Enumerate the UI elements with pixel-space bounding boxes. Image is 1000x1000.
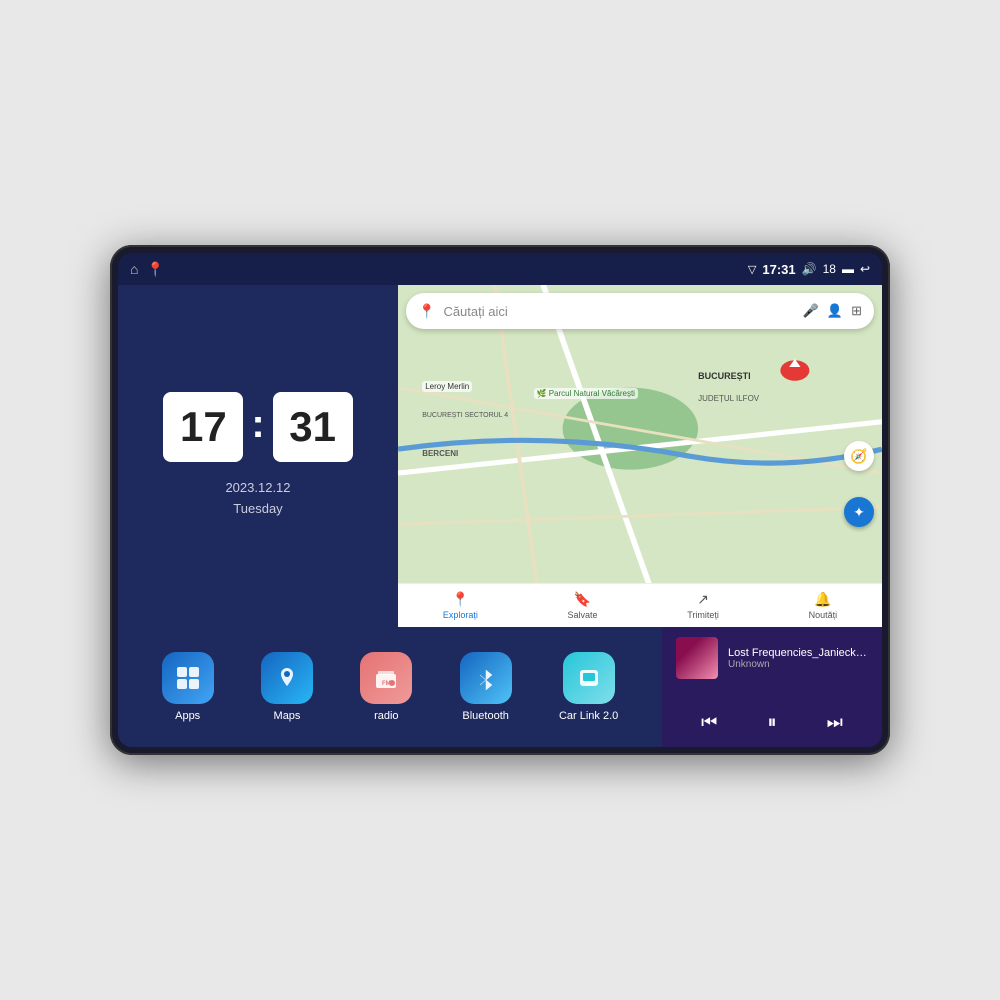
map-label-ilfov: JUDEȚUL ILFOV bbox=[698, 394, 759, 403]
map-tab-send[interactable]: ↗ Trimiteți bbox=[687, 591, 719, 620]
clock-colon: : bbox=[251, 402, 264, 447]
map-svg: ▲ bbox=[398, 285, 882, 627]
carlink-label: Car Link 2.0 bbox=[559, 710, 618, 722]
car-head-unit: ⌂ 📍 ▽ 17:31 🔊 18 ▬ ↩ 17 : bbox=[110, 245, 890, 755]
map-tab-saved[interactable]: 🔖 Salvate bbox=[568, 591, 598, 620]
map-label-leroy: Leroy Merlin bbox=[422, 381, 472, 392]
maps-label: Maps bbox=[274, 710, 301, 722]
app-launcher: Apps Maps bbox=[118, 627, 662, 747]
home-nav-icon[interactable]: ⌂ bbox=[130, 261, 138, 277]
bottom-section: Apps Maps bbox=[118, 627, 882, 747]
send-label: Trimiteți bbox=[687, 610, 719, 620]
radio-label: radio bbox=[374, 710, 398, 722]
volume-level: 18 bbox=[823, 262, 836, 276]
radio-icon: FM bbox=[360, 652, 412, 704]
map-panel: ▲ 📍 Căutați aici 🎤 👤 ⊞ BUCUREȘTI bbox=[398, 285, 882, 627]
music-prev-button[interactable]: ⏮ bbox=[701, 712, 717, 733]
bluetooth-icon bbox=[460, 652, 512, 704]
device-screen: ⌂ 📍 ▽ 17:31 🔊 18 ▬ ↩ 17 : bbox=[118, 253, 882, 747]
app-item-apps[interactable]: Apps bbox=[162, 652, 214, 722]
map-search-input[interactable]: Căutați aici bbox=[443, 304, 794, 319]
maps-icon bbox=[261, 652, 313, 704]
maps-nav-icon[interactable]: 📍 bbox=[146, 261, 163, 278]
apps-icon bbox=[162, 652, 214, 704]
status-left: ⌂ 📍 bbox=[130, 261, 164, 278]
app-item-bluetooth[interactable]: Bluetooth bbox=[460, 652, 512, 722]
status-time: 17:31 bbox=[762, 262, 795, 277]
map-tab-explore[interactable]: 📍 Explorați bbox=[443, 591, 478, 620]
status-right: ▽ 17:31 🔊 18 ▬ ↩ bbox=[748, 262, 870, 277]
map-tab-news[interactable]: 🔔 Noutăți bbox=[809, 591, 838, 620]
clock-display: 17 : 31 bbox=[163, 392, 352, 462]
bluetooth-label: Bluetooth bbox=[462, 710, 508, 722]
map-search-actions: 🎤 👤 ⊞ bbox=[803, 303, 862, 319]
map-label-parc: 🌿 Parcul Natural Văcărești bbox=[534, 388, 638, 399]
carlink-icon bbox=[563, 652, 615, 704]
app-item-carlink[interactable]: Car Link 2.0 bbox=[559, 652, 618, 722]
map-label-berceni: BERCENI bbox=[422, 449, 458, 458]
compass-button[interactable]: 🧭 bbox=[844, 441, 874, 471]
main-content: 17 : 31 2023.12.12 Tuesday bbox=[118, 285, 882, 747]
music-artist: Unknown bbox=[728, 659, 868, 670]
music-info: Lost Frequencies_Janieck Devy-... Unknow… bbox=[676, 637, 868, 679]
map-bottom-bar: 📍 Explorați 🔖 Salvate ↗ Trimiteți 🔔 bbox=[398, 583, 882, 627]
svg-text:▲: ▲ bbox=[785, 355, 804, 371]
saved-icon: 🔖 bbox=[574, 591, 591, 608]
music-next-button[interactable]: ⏭ bbox=[827, 712, 843, 733]
clock-date: 2023.12.12 Tuesday bbox=[225, 478, 290, 520]
clock-panel: 17 : 31 2023.12.12 Tuesday bbox=[118, 285, 398, 627]
news-label: Noutăți bbox=[809, 610, 838, 620]
app-item-radio[interactable]: FM radio bbox=[360, 652, 412, 722]
music-thumbnail bbox=[676, 637, 718, 679]
explore-icon: 📍 bbox=[452, 591, 469, 608]
music-play-button[interactable]: ⏸ bbox=[767, 712, 776, 733]
map-search-bar[interactable]: 📍 Căutați aici 🎤 👤 ⊞ bbox=[406, 293, 874, 329]
music-controls: ⏮ ⏸ ⏭ bbox=[676, 708, 868, 737]
apps-label: Apps bbox=[175, 710, 200, 722]
compass-icon: 🧭 bbox=[850, 448, 867, 465]
grid-icon[interactable]: ⊞ bbox=[851, 303, 862, 319]
navigate-icon: ✦ bbox=[853, 504, 865, 521]
back-icon[interactable]: ↩ bbox=[860, 262, 870, 276]
app-item-maps[interactable]: Maps bbox=[261, 652, 313, 722]
map-pin-icon: 📍 bbox=[418, 303, 435, 320]
clock-minutes: 31 bbox=[273, 392, 353, 462]
clock-hours: 17 bbox=[163, 392, 243, 462]
account-icon[interactable]: 👤 bbox=[827, 303, 843, 319]
top-section: 17 : 31 2023.12.12 Tuesday bbox=[118, 285, 882, 627]
map-label-sector4: BUCUREȘTI SECTORUL 4 bbox=[422, 412, 508, 419]
music-player: Lost Frequencies_Janieck Devy-... Unknow… bbox=[662, 627, 882, 747]
explore-label: Explorați bbox=[443, 610, 478, 620]
news-icon: 🔔 bbox=[814, 591, 831, 608]
mic-icon[interactable]: 🎤 bbox=[803, 303, 819, 319]
music-title: Lost Frequencies_Janieck Devy-... bbox=[728, 647, 868, 659]
saved-label: Salvate bbox=[568, 610, 598, 620]
navigate-button[interactable]: ✦ bbox=[844, 497, 874, 527]
send-icon: ↗ bbox=[697, 591, 709, 608]
battery-icon: ▬ bbox=[842, 262, 854, 276]
music-text: Lost Frequencies_Janieck Devy-... Unknow… bbox=[728, 647, 868, 670]
map-label-bucuresti: BUCUREȘTI bbox=[698, 371, 751, 381]
status-bar: ⌂ 📍 ▽ 17:31 🔊 18 ▬ ↩ bbox=[118, 253, 882, 285]
signal-icon: ▽ bbox=[748, 263, 756, 276]
volume-icon: 🔊 bbox=[802, 262, 817, 276]
